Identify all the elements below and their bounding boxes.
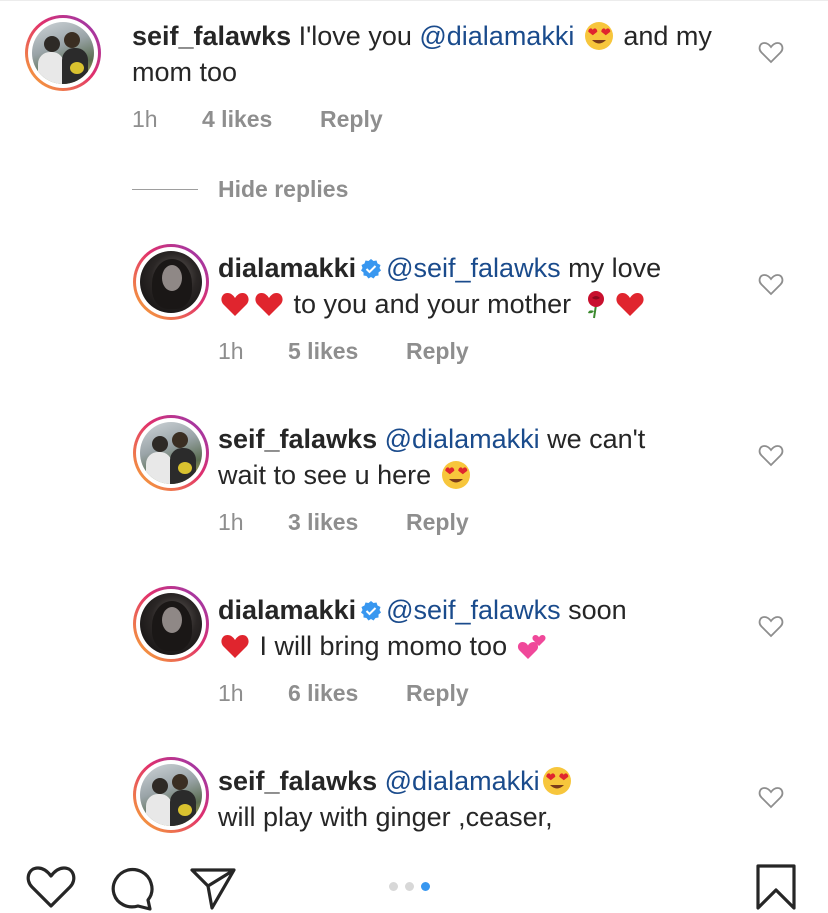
- comment-text: seif_falawks @dialamakki will play with …: [218, 763, 738, 835]
- two-hearts-emoji: [517, 635, 546, 659]
- red-heart-emoji: [221, 293, 249, 316]
- comment-username[interactable]: seif_falawks: [218, 766, 377, 796]
- carousel-indicator: [389, 882, 430, 891]
- like-heart-icon[interactable]: [758, 40, 784, 64]
- rose-emoji: [587, 291, 604, 319]
- verified-badge-icon: [361, 259, 382, 279]
- share-icon[interactable]: [188, 864, 238, 912]
- verified-badge-icon: [361, 601, 382, 621]
- reply-button[interactable]: Reply: [406, 680, 469, 707]
- like-heart-icon[interactable]: [758, 443, 784, 467]
- like-heart-icon[interactable]: [758, 614, 784, 638]
- mention-link[interactable]: @dialamakki: [385, 766, 540, 796]
- like-heart-icon[interactable]: [758, 272, 784, 296]
- mention-link[interactable]: @dialamakki: [385, 424, 540, 454]
- likes-count[interactable]: 3 likes: [288, 509, 406, 536]
- comment-time: 1h: [218, 338, 244, 364]
- mention-link[interactable]: @seif_falawks: [386, 253, 560, 283]
- comment-time: 1h: [218, 509, 244, 535]
- comment-meta: 1h 3 likes Reply: [218, 509, 469, 536]
- mention-link[interactable]: @dialamakki: [419, 21, 574, 51]
- reply-button[interactable]: Reply: [406, 338, 469, 365]
- likes-count[interactable]: 5 likes: [288, 338, 406, 365]
- red-heart-emoji: [616, 293, 644, 316]
- avatar-seif[interactable]: [133, 757, 209, 833]
- likes-count[interactable]: 4 likes: [202, 106, 320, 133]
- reply-button[interactable]: Reply: [406, 509, 469, 536]
- avatar-diala[interactable]: [133, 586, 209, 662]
- comment-text: seif_falawks I'love you @dialamakki and …: [132, 21, 712, 87]
- comment-username[interactable]: seif_falawks: [132, 21, 291, 51]
- carousel-dot: [389, 882, 398, 891]
- avatar-diala[interactable]: [133, 244, 209, 320]
- carousel-dot: [405, 882, 414, 891]
- like-heart-icon[interactable]: [758, 785, 784, 809]
- heart-eyes-emoji: [584, 22, 613, 50]
- comment-meta: 1h 6 likes Reply: [218, 680, 469, 707]
- comment-text: dialamakki @seif_falawks my love to you a…: [218, 253, 662, 319]
- avatar-seif[interactable]: [133, 415, 209, 491]
- comment-meta: 1h 5 likes Reply: [218, 338, 469, 365]
- post-action-bar: [0, 840, 828, 913]
- avatar-seif[interactable]: [25, 15, 101, 91]
- comment-meta: 1h 4 likes Reply: [132, 106, 383, 133]
- mention-link[interactable]: @seif_falawks: [386, 595, 560, 625]
- likes-count[interactable]: 6 likes: [288, 680, 406, 707]
- comment-time: 1h: [132, 106, 158, 132]
- hide-replies-toggle[interactable]: Hide replies: [132, 176, 348, 203]
- comment-username[interactable]: dialamakki: [218, 253, 356, 283]
- carousel-dot-active: [421, 882, 430, 891]
- heart-eyes-emoji: [441, 461, 470, 489]
- reply-button[interactable]: Reply: [320, 106, 383, 133]
- comment-icon[interactable]: [108, 864, 156, 912]
- heart-outline-icon[interactable]: [26, 864, 76, 910]
- comment-username[interactable]: dialamakki: [218, 595, 356, 625]
- red-heart-emoji: [255, 293, 283, 316]
- bookmark-icon[interactable]: [754, 862, 798, 912]
- comment-text: dialamakki @seif_falawks soon I will brin…: [218, 595, 627, 661]
- heart-eyes-emoji: [542, 767, 571, 795]
- red-heart-emoji: [221, 635, 249, 658]
- comment-username[interactable]: seif_falawks: [218, 424, 377, 454]
- comment-text: seif_falawks @dialamakki we can't wait t…: [218, 424, 646, 490]
- hide-replies-label: Hide replies: [218, 176, 349, 202]
- comment-time: 1h: [218, 680, 244, 706]
- comments-list: seif_falawks I'love you @dialamakki and …: [0, 0, 828, 840]
